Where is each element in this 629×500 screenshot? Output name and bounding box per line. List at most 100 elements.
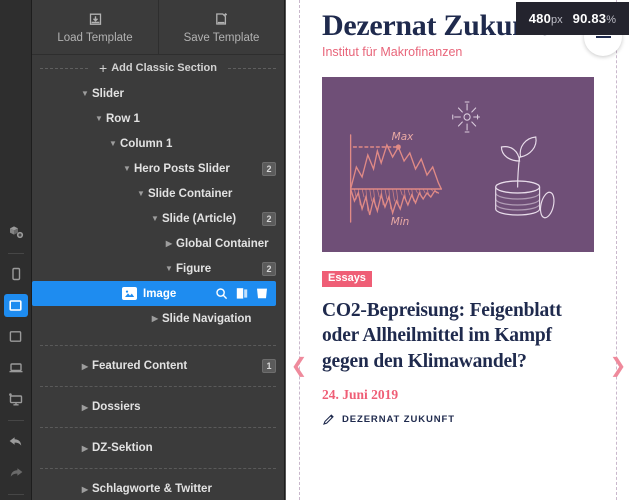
zoom-level-unit: %: [606, 14, 616, 26]
tree-node-column-1[interactable]: ▼ Column 1: [32, 131, 284, 156]
tree-node-label: Image: [143, 287, 177, 300]
undo-icon[interactable]: [4, 430, 28, 453]
tree-node-dz-sektion[interactable]: ▶ DZ-Sektion: [32, 428, 284, 468]
chevron-down-icon[interactable]: ▼: [78, 89, 92, 98]
save-template-label: Save Template: [183, 31, 260, 44]
child-count-badge: 2: [262, 261, 276, 276]
chevron-down-icon[interactable]: ▼: [120, 164, 134, 173]
tree-node-slide-container[interactable]: ▼ Slide Container: [32, 181, 284, 206]
tree-node-label: DZ-Sektion: [92, 442, 153, 454]
chevron-down-icon[interactable]: ▼: [106, 139, 120, 148]
slider-prev-button[interactable]: ❮: [290, 352, 308, 378]
chevron-down-icon[interactable]: ▼: [92, 114, 106, 123]
tree-node-label: Column 1: [120, 137, 173, 150]
add-section-dash-left: [40, 67, 89, 69]
chevron-right-icon[interactable]: ▶: [78, 362, 92, 371]
add-section-dash-right: [227, 67, 277, 69]
hero-image-wrap: Max Min: [300, 76, 616, 252]
chevron-down-icon[interactable]: ▼: [148, 214, 162, 223]
add-classic-section-button[interactable]: + Add Classic Section: [40, 55, 277, 81]
chevron-right-icon[interactable]: ▶: [78, 403, 92, 412]
tree-node-label: Dossiers: [92, 401, 141, 413]
hero-svg: Max Min: [322, 76, 594, 252]
child-count-badge: 2: [262, 161, 276, 176]
add-block-icon[interactable]: [4, 220, 28, 243]
load-template-button[interactable]: Load Template: [32, 0, 158, 54]
editor-window: Load Template Save Template + Add Classi…: [0, 0, 629, 500]
child-count-badge: 2: [262, 211, 276, 226]
article-author: DEZERNAT ZUKUNFT: [342, 414, 455, 426]
article-headline[interactable]: CO2-Bepreisung: Feigenblatt oder Allheil…: [322, 298, 594, 376]
tree-node-figure[interactable]: ▼ Figure 2: [32, 256, 284, 281]
viewport-width-value: 480: [528, 11, 552, 26]
pencil-icon: [322, 413, 335, 426]
mobile-icon[interactable]: [4, 262, 28, 285]
tree-node-label: Schlagworte & Twitter: [92, 483, 212, 495]
svg-text:Max: Max: [392, 129, 414, 142]
tree-node-image[interactable]: Image: [32, 281, 276, 306]
hamburger-line: [595, 36, 611, 38]
tree-node-label: Slider: [92, 87, 124, 100]
tree-node-label: Featured Content: [92, 360, 188, 372]
tree-node-label: Hero Posts Slider: [134, 162, 230, 175]
chevron-right-icon[interactable]: ▶: [148, 314, 162, 323]
chevron-right-icon[interactable]: ▶: [78, 444, 92, 453]
tree-node-global-container[interactable]: ▶ Global Container: [32, 231, 284, 256]
tree-node-label: Row 1: [106, 112, 140, 125]
load-template-icon: [87, 11, 104, 28]
chevron-right-icon[interactable]: ▶: [162, 239, 176, 248]
viewport-size-badge: 480px 90.83%: [515, 2, 629, 35]
chevron-left-icon: ❮: [290, 353, 308, 377]
article-byline: DEZERNAT ZUKUNFT: [322, 413, 594, 426]
category-badge[interactable]: Essays: [322, 270, 372, 287]
site-subtitle: Institut für Makrofinanzen: [322, 44, 463, 59]
tree-node-schlagworte-twitter[interactable]: ▶ Schlagworte & Twitter: [32, 469, 284, 500]
laptop-small-icon[interactable]: [4, 325, 28, 348]
chevron-right-icon[interactable]: ▶: [78, 485, 92, 494]
delete-icon[interactable]: [256, 287, 268, 300]
rail-divider-3: [7, 493, 24, 495]
hero-illustration[interactable]: Max Min: [322, 76, 594, 252]
image-icon: [122, 287, 137, 300]
tree-node-featured-content[interactable]: ▶ Featured Content 1: [32, 346, 284, 386]
viewport-width-unit: px: [551, 14, 563, 26]
save-template-icon: [213, 11, 230, 28]
svg-text:Min: Min: [391, 214, 410, 227]
tree-node-label: Figure: [176, 262, 212, 275]
redo-icon[interactable]: [4, 462, 28, 485]
template-toolbar: Load Template Save Template: [32, 0, 284, 55]
chevron-down-icon[interactable]: ▼: [162, 264, 176, 273]
add-classic-section-label: Add Classic Section: [111, 62, 217, 74]
rail-divider-2: [7, 420, 24, 422]
preview-canvas: Dezernat Zukunft Institut für Makrofinan…: [285, 0, 629, 500]
save-template-button[interactable]: Save Template: [158, 0, 284, 54]
tablet-icon[interactable]: [3, 293, 28, 318]
duplicate-icon[interactable]: [236, 287, 248, 300]
layer-tree: + Add Classic Section ▼ Slider ▼ Row 1 ▼…: [32, 55, 284, 500]
tree-node-hero-posts-slider[interactable]: ▼ Hero Posts Slider 2: [32, 156, 284, 181]
plus-icon: +: [99, 60, 108, 76]
preview-right-guide: [616, 0, 629, 500]
laptop-icon[interactable]: [4, 357, 28, 380]
chevron-right-icon: ❯: [609, 353, 627, 377]
layers-sidebar: Load Template Save Template + Add Classi…: [32, 0, 285, 500]
slider-next-button[interactable]: ❯: [609, 352, 627, 378]
tree-node-label: Slide (Article): [162, 212, 237, 225]
chevron-down-icon[interactable]: ▼: [134, 189, 148, 198]
preview-left-guide: [286, 0, 300, 500]
rendered-page: Dezernat Zukunft Institut für Makrofinan…: [300, 0, 616, 500]
tree-node-row-1[interactable]: ▼ Row 1: [32, 106, 284, 131]
tree-node-slider[interactable]: ▼ Slider: [32, 81, 284, 106]
article-block: Essays CO2-Bepreisung: Feigenblatt oder …: [300, 252, 616, 427]
tree-node-dossiers[interactable]: ▶ Dossiers: [32, 387, 284, 427]
search-icon[interactable]: [215, 287, 228, 300]
desktop-icon[interactable]: [4, 388, 28, 411]
tree-node-slide-navigation[interactable]: ▶ Slide Navigation: [32, 306, 284, 331]
left-icon-rail: [0, 0, 32, 500]
load-template-label: Load Template: [57, 31, 133, 44]
tree-node-slide-article[interactable]: ▼ Slide (Article) 2: [32, 206, 284, 231]
child-count-badge: 1: [262, 359, 276, 373]
tree-node-label: Slide Container: [148, 187, 233, 200]
rail-divider-1: [7, 252, 24, 254]
tree-node-label: Slide Navigation: [162, 312, 252, 325]
